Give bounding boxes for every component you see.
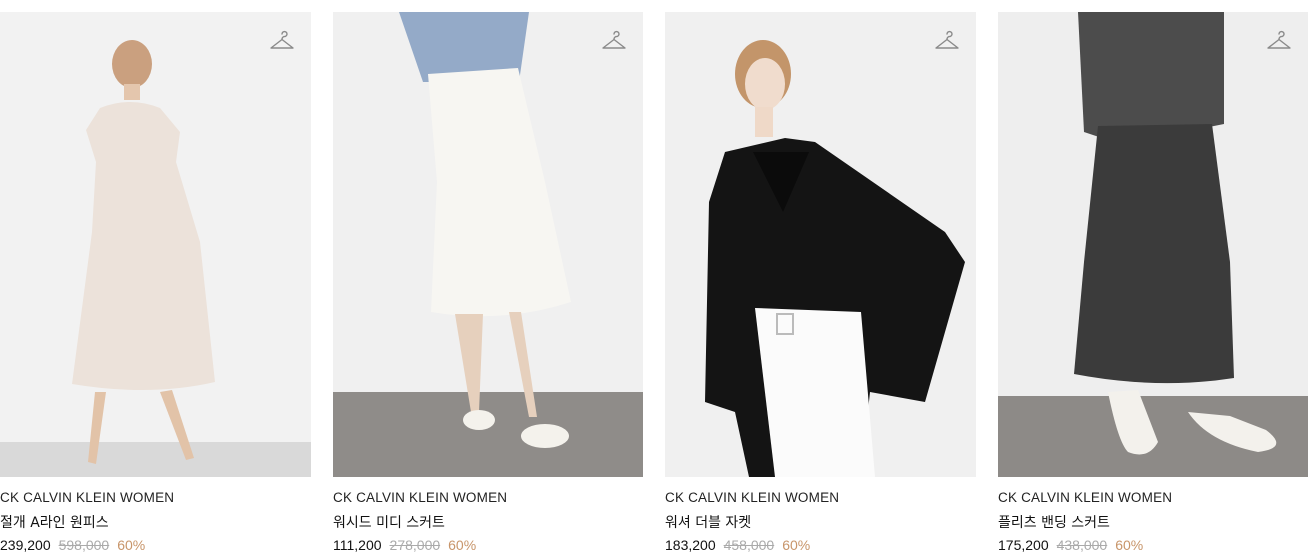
product-name[interactable]: 워시드 미디 스커트 bbox=[333, 512, 445, 532]
product-image[interactable] bbox=[333, 12, 643, 477]
product-card[interactable]: CK CALVIN KLEIN WOMEN 플리츠 밴딩 스커트 175,200… bbox=[998, 12, 1308, 558]
sale-price: 175,200 bbox=[998, 537, 1049, 553]
price-row: 111,200 278,000 60% bbox=[333, 537, 476, 553]
product-card[interactable]: CK CALVIN KLEIN WOMEN 절개 A라인 원피스 239,200… bbox=[0, 12, 311, 558]
product-brand[interactable]: CK CALVIN KLEIN WOMEN bbox=[333, 490, 507, 505]
sale-price: 239,200 bbox=[0, 537, 51, 553]
product-brand[interactable]: CK CALVIN KLEIN WOMEN bbox=[0, 490, 174, 505]
price-row: 239,200 598,000 60% bbox=[0, 537, 145, 553]
product-brand[interactable]: CK CALVIN KLEIN WOMEN bbox=[665, 490, 839, 505]
original-price: 278,000 bbox=[389, 537, 441, 553]
hanger-icon[interactable] bbox=[601, 28, 627, 54]
hanger-icon[interactable] bbox=[269, 28, 295, 54]
discount-rate: 60% bbox=[1115, 537, 1144, 553]
product-name[interactable]: 절개 A라인 원피스 bbox=[0, 512, 109, 532]
original-price: 438,000 bbox=[1056, 537, 1108, 553]
discount-rate: 60% bbox=[117, 537, 146, 553]
product-brand[interactable]: CK CALVIN KLEIN WOMEN bbox=[998, 490, 1172, 505]
product-image[interactable] bbox=[0, 12, 311, 477]
discount-rate: 60% bbox=[782, 537, 811, 553]
product-name[interactable]: 플리츠 밴딩 스커트 bbox=[998, 512, 1110, 532]
product-image[interactable] bbox=[998, 12, 1308, 477]
discount-rate: 60% bbox=[448, 537, 477, 553]
product-card[interactable]: CK CALVIN KLEIN WOMEN 워셔 더블 자켓 183,200 45… bbox=[665, 12, 976, 558]
original-price: 598,000 bbox=[58, 537, 110, 553]
product-name[interactable]: 워셔 더블 자켓 bbox=[665, 512, 751, 532]
price-row: 175,200 438,000 60% bbox=[998, 537, 1143, 553]
original-price: 458,000 bbox=[723, 537, 775, 553]
hanger-icon[interactable] bbox=[934, 28, 960, 54]
sale-price: 111,200 bbox=[333, 537, 382, 553]
sale-price: 183,200 bbox=[665, 537, 716, 553]
product-image[interactable] bbox=[665, 12, 976, 477]
product-card[interactable]: CK CALVIN KLEIN WOMEN 워시드 미디 스커트 111,200… bbox=[333, 12, 643, 558]
price-row: 183,200 458,000 60% bbox=[665, 537, 810, 553]
hanger-icon[interactable] bbox=[1266, 28, 1292, 54]
product-grid: CK CALVIN KLEIN WOMEN 절개 A라인 원피스 239,200… bbox=[0, 12, 1308, 558]
